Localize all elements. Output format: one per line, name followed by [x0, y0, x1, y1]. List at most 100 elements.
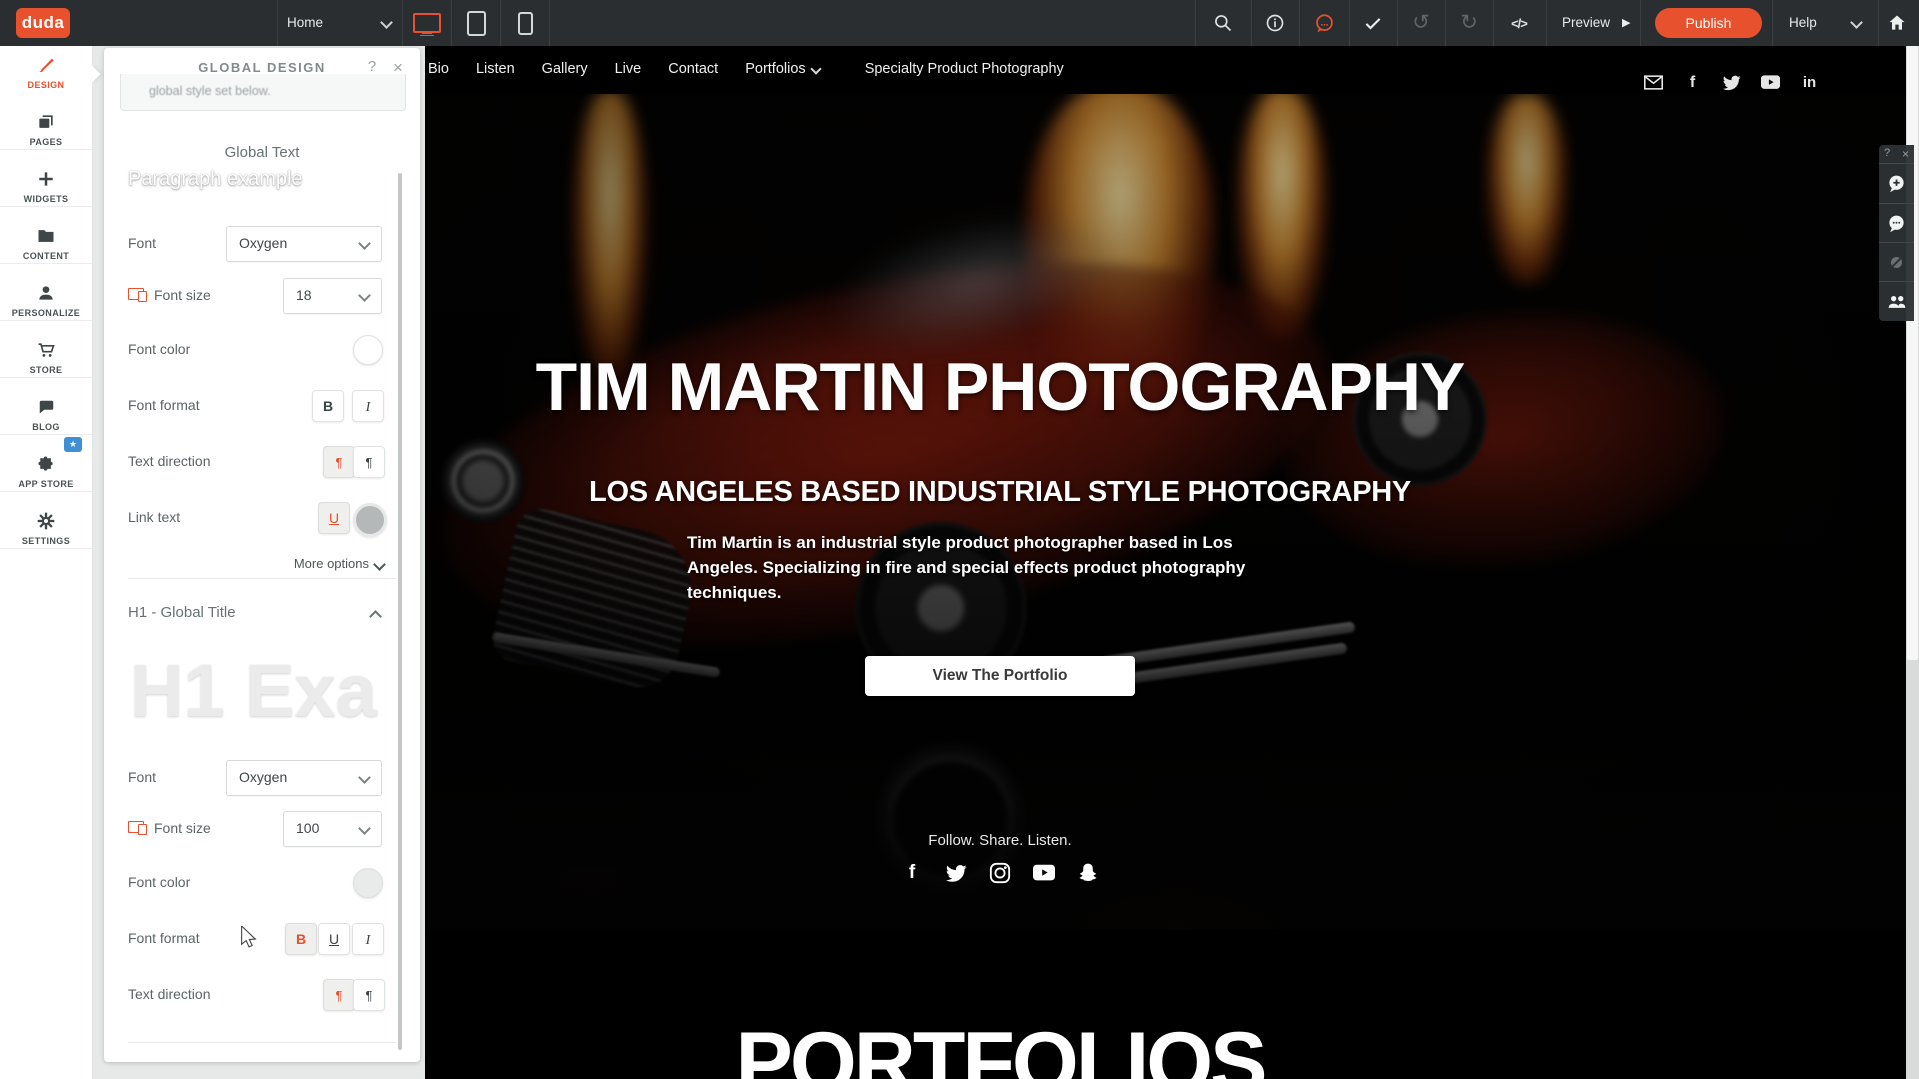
feedback-button[interactable] — [1302, 0, 1346, 46]
h1-font-color-swatch[interactable] — [353, 868, 383, 898]
mouse-cursor — [240, 926, 259, 953]
youtube-icon[interactable] — [1761, 73, 1780, 92]
redo-icon: ↻ — [1460, 0, 1478, 46]
instagram-icon[interactable] — [989, 862, 1011, 884]
hero-social-links: f — [425, 862, 1575, 884]
link-text-label: Link text — [128, 509, 180, 525]
view-portfolio-button[interactable]: View The Portfolio — [865, 656, 1135, 696]
panel-help-button[interactable]: ? — [364, 58, 380, 75]
twitter-icon[interactable] — [945, 862, 967, 884]
header-social-links: f in — [1644, 73, 1819, 92]
comment-dots-icon — [1887, 214, 1906, 233]
mobile-view-button[interactable] — [503, 0, 547, 46]
panel-scrollbar[interactable] — [398, 173, 402, 1050]
sidebar-item-widgets[interactable]: WIDGETS — [0, 160, 92, 217]
search-button[interactable] — [1201, 0, 1245, 46]
pilcrow-rtl-icon: ¶ — [366, 988, 373, 1003]
hero-description[interactable]: Tim Martin is an industrial style produc… — [687, 530, 1262, 605]
sidebar-item-settings[interactable]: SETTINGS — [0, 502, 92, 559]
hero-title[interactable]: TIM MARTIN PHOTOGRAPHY — [425, 348, 1575, 426]
comments-button[interactable] — [1879, 203, 1914, 243]
facebook-icon[interactable]: f — [1683, 73, 1702, 92]
h1-preview: H1 Exa — [130, 648, 416, 748]
follow-share-listen-text: Follow. Share. Listen. — [425, 832, 1575, 849]
dev-mode-button[interactable]: </> — [1497, 0, 1541, 46]
info-button[interactable] — [1253, 0, 1297, 46]
play-icon[interactable]: ▶ — [1622, 0, 1630, 46]
snapchat-icon[interactable] — [1077, 862, 1099, 884]
collapse-chevron-icon[interactable] — [369, 610, 382, 623]
twitter-icon[interactable] — [1722, 73, 1741, 92]
youtube-icon[interactable] — [1033, 862, 1055, 884]
email-icon[interactable] — [1644, 73, 1663, 92]
sidebar-item-pages[interactable]: PAGES — [0, 103, 92, 160]
nav-item-contact[interactable]: Contact — [668, 61, 718, 77]
undo-button[interactable]: ↺ — [1399, 0, 1443, 46]
rtl-direction-button[interactable]: ¶ — [353, 446, 385, 478]
nav-item-specialty[interactable]: Specialty Product Photography — [865, 61, 1064, 77]
sidebar-item-app-store[interactable]: ★ APP STORE — [0, 445, 92, 502]
font-size-dropdown[interactable]: 18 — [283, 278, 382, 314]
publish-button[interactable]: Publish — [1655, 8, 1762, 38]
nav-item-listen[interactable]: Listen — [476, 61, 515, 77]
add-comment-button[interactable] — [1879, 163, 1914, 203]
site-canvas[interactable]: Bio Listen Gallery Live Contact Portfoli… — [425, 46, 1919, 1079]
nav-item-live[interactable]: Live — [615, 61, 642, 77]
chevron-down-icon — [358, 237, 371, 250]
help-menu[interactable]: Help — [1789, 0, 1817, 46]
tablet-icon — [467, 11, 486, 36]
nav-item-portfolios[interactable]: Portfolios — [745, 61, 819, 77]
divider — [1493, 0, 1494, 46]
h1-rtl-direction-button[interactable]: ¶ — [353, 979, 385, 1011]
sidebar-item-personalize[interactable]: PERSONALIZE — [0, 274, 92, 331]
sidebar-item-store[interactable]: STORE — [0, 331, 92, 388]
redo-button[interactable]: ↻ — [1447, 0, 1491, 46]
responsive-devices-icon — [128, 288, 148, 302]
chevron-down-icon[interactable] — [380, 16, 393, 29]
site-navigation: Bio Listen Gallery Live Contact Portfoli… — [428, 61, 1064, 77]
h1-italic-button[interactable]: I — [352, 923, 384, 955]
linkedin-icon[interactable]: in — [1800, 73, 1819, 92]
h1-section-heading: H1 - Global Title — [128, 604, 236, 621]
h1-bold-button[interactable]: B — [285, 923, 317, 955]
comment-plus-icon — [1887, 174, 1906, 193]
global-design-panel: GLOBAL DESIGN ? × global style set below… — [104, 48, 420, 1062]
preview-button[interactable]: Preview — [1562, 0, 1610, 46]
editor-topbar: duda Home ↺ ↻ </> Preview ▶ Publish Help — [0, 0, 1919, 46]
undo-icon: ↺ — [1412, 0, 1430, 46]
tablet-view-button[interactable] — [454, 0, 498, 46]
hide-comments-button[interactable] — [1879, 242, 1914, 282]
ltr-direction-button[interactable]: ¶ — [323, 446, 355, 478]
close-icon[interactable]: × — [1902, 147, 1909, 161]
bold-button[interactable]: B — [312, 390, 344, 422]
portfolios-heading[interactable]: PORTFOLIOS — [425, 1014, 1575, 1079]
scrollbar-thumb[interactable] — [1907, 46, 1918, 660]
desktop-view-button[interactable] — [405, 0, 449, 46]
dashboard-home-button[interactable] — [1875, 0, 1919, 46]
font-dropdown[interactable]: Oxygen — [226, 226, 382, 262]
search-icon — [1213, 13, 1233, 33]
h1-underline-button[interactable]: U — [318, 923, 350, 955]
nav-item-bio[interactable]: Bio — [428, 61, 449, 77]
hero-subtitle[interactable]: LOS ANGELES BASED INDUSTRIAL STYLE PHOTO… — [425, 476, 1575, 509]
nav-item-gallery[interactable]: Gallery — [542, 61, 588, 77]
help-icon[interactable]: ? — [1884, 147, 1890, 159]
save-check-button[interactable] — [1351, 0, 1395, 46]
page-selector[interactable]: Home — [287, 0, 323, 46]
duda-logo[interactable]: duda — [16, 8, 70, 38]
link-underline-button[interactable]: U — [318, 502, 350, 534]
h1-font-size-dropdown[interactable]: 100 — [283, 811, 382, 847]
h1-font-dropdown[interactable]: Oxygen — [226, 760, 382, 796]
facebook-icon[interactable]: f — [901, 862, 923, 884]
h1-ltr-direction-button[interactable]: ¶ — [323, 979, 355, 1011]
hero-image — [425, 94, 1919, 930]
sidebar-item-content[interactable]: CONTENT — [0, 217, 92, 274]
chevron-down-icon[interactable] — [1850, 16, 1863, 29]
collaborators-button[interactable] — [1879, 281, 1914, 321]
sidebar-item-design[interactable]: DESIGN — [0, 46, 92, 103]
more-options-link[interactable]: More options — [294, 556, 384, 571]
italic-button[interactable]: I — [352, 390, 384, 422]
font-color-swatch[interactable] — [353, 335, 383, 365]
link-color-swatch[interactable] — [353, 503, 387, 537]
paragraph-preview: Paragraph example — [128, 168, 303, 191]
